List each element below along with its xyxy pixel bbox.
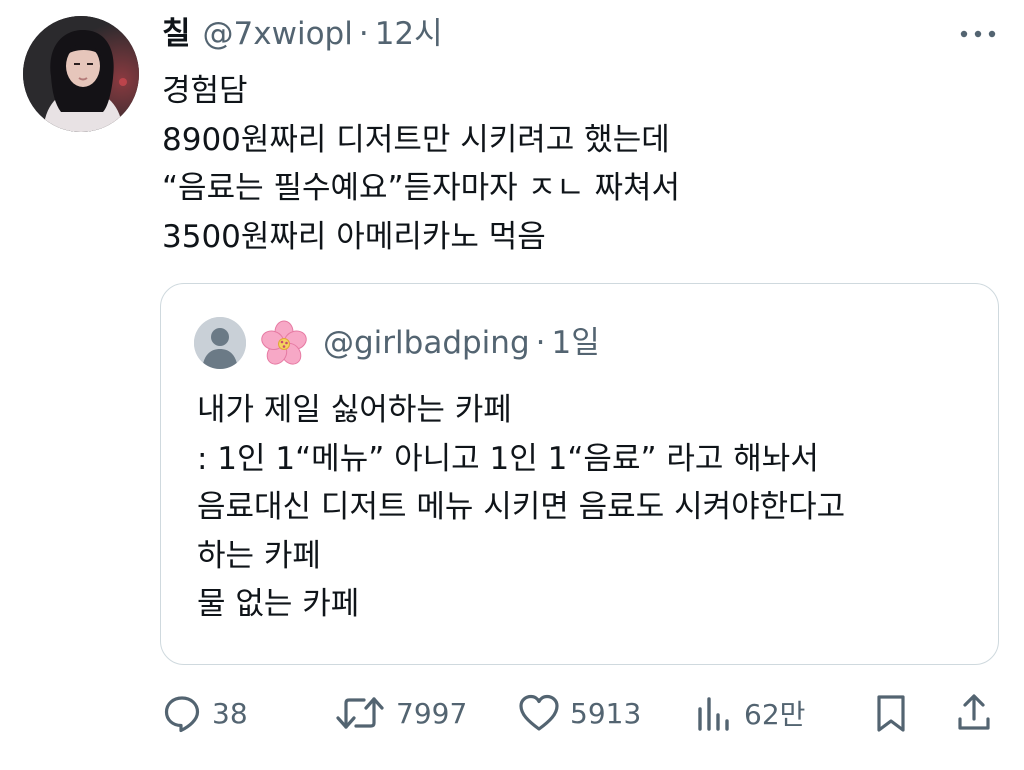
- quote-user-handle[interactable]: @girlbadping: [323, 323, 530, 363]
- separator: ·: [535, 325, 546, 361]
- tweet-header: 칠 @7xwiopl · 12시: [162, 12, 443, 56]
- quote-text-line: 하는 카페: [197, 537, 321, 574]
- tweet-text-line: “음료는 필수예요”듣자마자 ㅈㄴ 짜쳐서: [162, 170, 681, 206]
- share-icon: [958, 694, 990, 730]
- reply-button[interactable]: 38: [162, 686, 248, 740]
- heart-icon: [519, 694, 559, 731]
- default-avatar-icon: [194, 317, 246, 369]
- more-icon: [960, 30, 996, 38]
- timestamp[interactable]: 12시: [375, 12, 443, 56]
- quote-timestamp[interactable]: 1일: [551, 323, 599, 363]
- bookmark-button[interactable]: [871, 686, 911, 740]
- quote-avatar[interactable]: [194, 317, 246, 369]
- tweet: 칠 @7xwiopl · 12시 경험담 8900원짜리 디저트만 시키려고 했…: [0, 0, 1024, 770]
- retweet-button[interactable]: 7997: [334, 686, 467, 740]
- quote-text-line: 음료대신 디저트 메뉴 시키면 음료도 시켜야한다고: [197, 489, 846, 525]
- cherry-blossom-icon: [261, 320, 307, 365]
- avatar[interactable]: [23, 16, 139, 132]
- like-count: 5913: [570, 696, 642, 730]
- reply-count: 38: [212, 696, 248, 730]
- quote-text-line: 내가 제일 싫어하는 카페: [197, 392, 512, 428]
- action-bar: 38 7997 5913 62만: [0, 686, 1024, 740]
- retweet-count: 7997: [396, 696, 468, 730]
- tweet-text-line: 8900원짜리 디저트만 시키려고 했는데: [162, 121, 670, 158]
- quote-text-line: 물 없는 카페: [197, 586, 360, 622]
- tweet-text-line: 3500원짜리 아메리카노 먹음: [162, 218, 546, 255]
- views-button[interactable]: 62만: [694, 686, 805, 740]
- user-handle[interactable]: @7xwiopl: [203, 12, 353, 56]
- quote-header: @girlbadping · 1일: [323, 323, 600, 363]
- views-count: 62만: [744, 698, 806, 731]
- share-button[interactable]: [954, 686, 994, 740]
- tweet-text-line: 경험담: [162, 73, 248, 109]
- retweet-icon: [336, 697, 384, 729]
- tweet-text: 경험담 8900원짜리 디저트만 시키려고 했는데 “음료는 필수예요”듣자마자…: [162, 67, 680, 261]
- display-name[interactable]: 칠: [162, 12, 191, 56]
- reply-icon: [164, 696, 200, 733]
- like-button[interactable]: 5913: [518, 686, 641, 740]
- quote-text-line: : 1인 1“메뉴” 아니고 1인 1“음료” 라고 해놔서: [197, 440, 819, 477]
- quoted-tweet[interactable]: @girlbadping · 1일 내가 제일 싫어하는 카페 : 1인 1“메…: [160, 283, 999, 665]
- bookmark-icon: [877, 695, 905, 732]
- views-icon: [698, 697, 729, 731]
- separator: ·: [358, 16, 369, 52]
- more-options-button[interactable]: [952, 18, 1004, 50]
- quote-text: 내가 제일 싫어하는 카페 : 1인 1“메뉴” 아니고 1인 1“음료” 라고…: [197, 386, 845, 629]
